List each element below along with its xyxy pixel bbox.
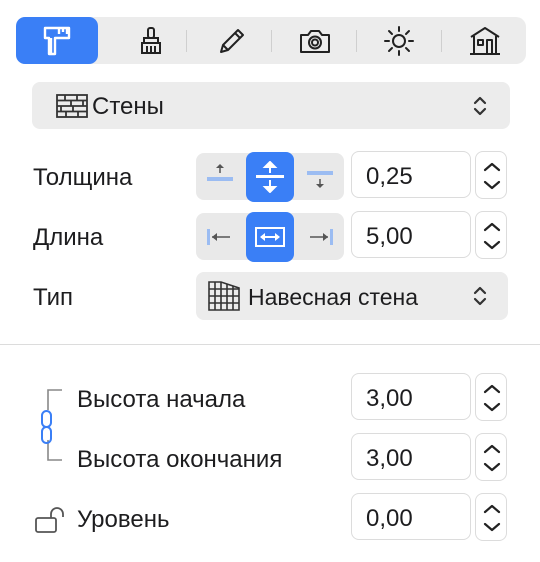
length-value: 5,00 xyxy=(366,223,413,250)
align-top-icon xyxy=(207,164,233,181)
length-stepper[interactable] xyxy=(475,211,507,259)
align-center-icon xyxy=(256,161,284,193)
length-input[interactable]: 5,00 xyxy=(351,211,471,258)
align-middle-button[interactable] xyxy=(246,212,294,262)
stepper-arrows-icon xyxy=(483,504,501,532)
link-heights-toggle[interactable] xyxy=(38,409,58,445)
calipers-icon xyxy=(43,26,71,55)
align-left-icon xyxy=(207,229,230,245)
align-right-icon xyxy=(310,229,333,245)
tab-dimensions[interactable] xyxy=(16,17,98,64)
start-height-value: 3,00 xyxy=(366,385,413,412)
tab-materials[interactable] xyxy=(110,17,192,64)
stepper-arrows-icon xyxy=(483,222,501,250)
toolbar-divider xyxy=(186,30,187,52)
type-label: Тип xyxy=(33,284,74,311)
level-stepper[interactable] xyxy=(475,493,507,541)
align-left-button[interactable] xyxy=(196,213,244,260)
length-alignment-segment xyxy=(196,212,344,262)
level-label: Уровень xyxy=(77,506,170,533)
house-icon xyxy=(470,26,500,55)
tab-camera[interactable] xyxy=(274,17,356,64)
stepper-arrows-icon xyxy=(483,162,501,190)
align-bottom-button[interactable] xyxy=(296,153,344,200)
toolbar-divider xyxy=(356,30,357,52)
wall-icon xyxy=(56,94,88,118)
tab-lighting[interactable] xyxy=(358,17,440,64)
tab-edit[interactable] xyxy=(190,17,272,64)
length-label: Длина xyxy=(33,224,104,251)
brush-icon xyxy=(141,26,161,54)
chevron-updown-icon xyxy=(473,96,487,116)
start-height-stepper[interactable] xyxy=(475,373,507,421)
curtain-wall-icon xyxy=(208,281,240,311)
stepper-arrows-icon xyxy=(483,444,501,472)
tab-building[interactable] xyxy=(444,17,526,64)
thickness-value: 0,25 xyxy=(366,163,413,190)
thickness-alignment-segment xyxy=(196,152,344,202)
category-select[interactable]: Стены xyxy=(32,82,510,129)
type-value: Навесная стена xyxy=(248,284,419,310)
align-right-button[interactable] xyxy=(296,213,344,260)
pencil-icon xyxy=(220,28,244,53)
thickness-label: Толщина xyxy=(33,164,133,191)
end-height-input[interactable]: 3,00 xyxy=(351,433,471,480)
chain-link-icon xyxy=(41,410,52,444)
level-value: 0,00 xyxy=(366,505,413,532)
end-height-value: 3,00 xyxy=(366,445,413,472)
type-select[interactable]: Навесная стена xyxy=(196,272,508,320)
tool-toolbar xyxy=(16,17,526,64)
start-height-input[interactable]: 3,00 xyxy=(351,373,471,420)
level-input[interactable]: 0,00 xyxy=(351,493,471,540)
end-height-stepper[interactable] xyxy=(475,433,507,481)
align-top-button[interactable] xyxy=(196,153,244,200)
end-height-label: Высота окончания xyxy=(77,446,283,473)
sun-icon xyxy=(384,25,414,56)
align-bottom-icon xyxy=(307,171,333,188)
align-center-button[interactable] xyxy=(246,152,294,202)
stretch-horizontal-icon xyxy=(255,227,285,247)
thickness-input[interactable]: 0,25 xyxy=(351,151,471,198)
toolbar-divider xyxy=(271,30,272,52)
thickness-stepper[interactable] xyxy=(475,151,507,199)
toolbar-divider xyxy=(441,30,442,52)
start-height-label: Высота начала xyxy=(77,386,246,413)
chevron-updown-icon xyxy=(473,286,487,306)
level-lock-toggle[interactable] xyxy=(33,506,69,534)
stepper-arrows-icon xyxy=(483,384,501,412)
unlock-icon xyxy=(35,507,64,533)
category-label: Стены xyxy=(92,93,164,120)
camera-icon xyxy=(300,29,330,53)
section-divider xyxy=(0,344,540,345)
